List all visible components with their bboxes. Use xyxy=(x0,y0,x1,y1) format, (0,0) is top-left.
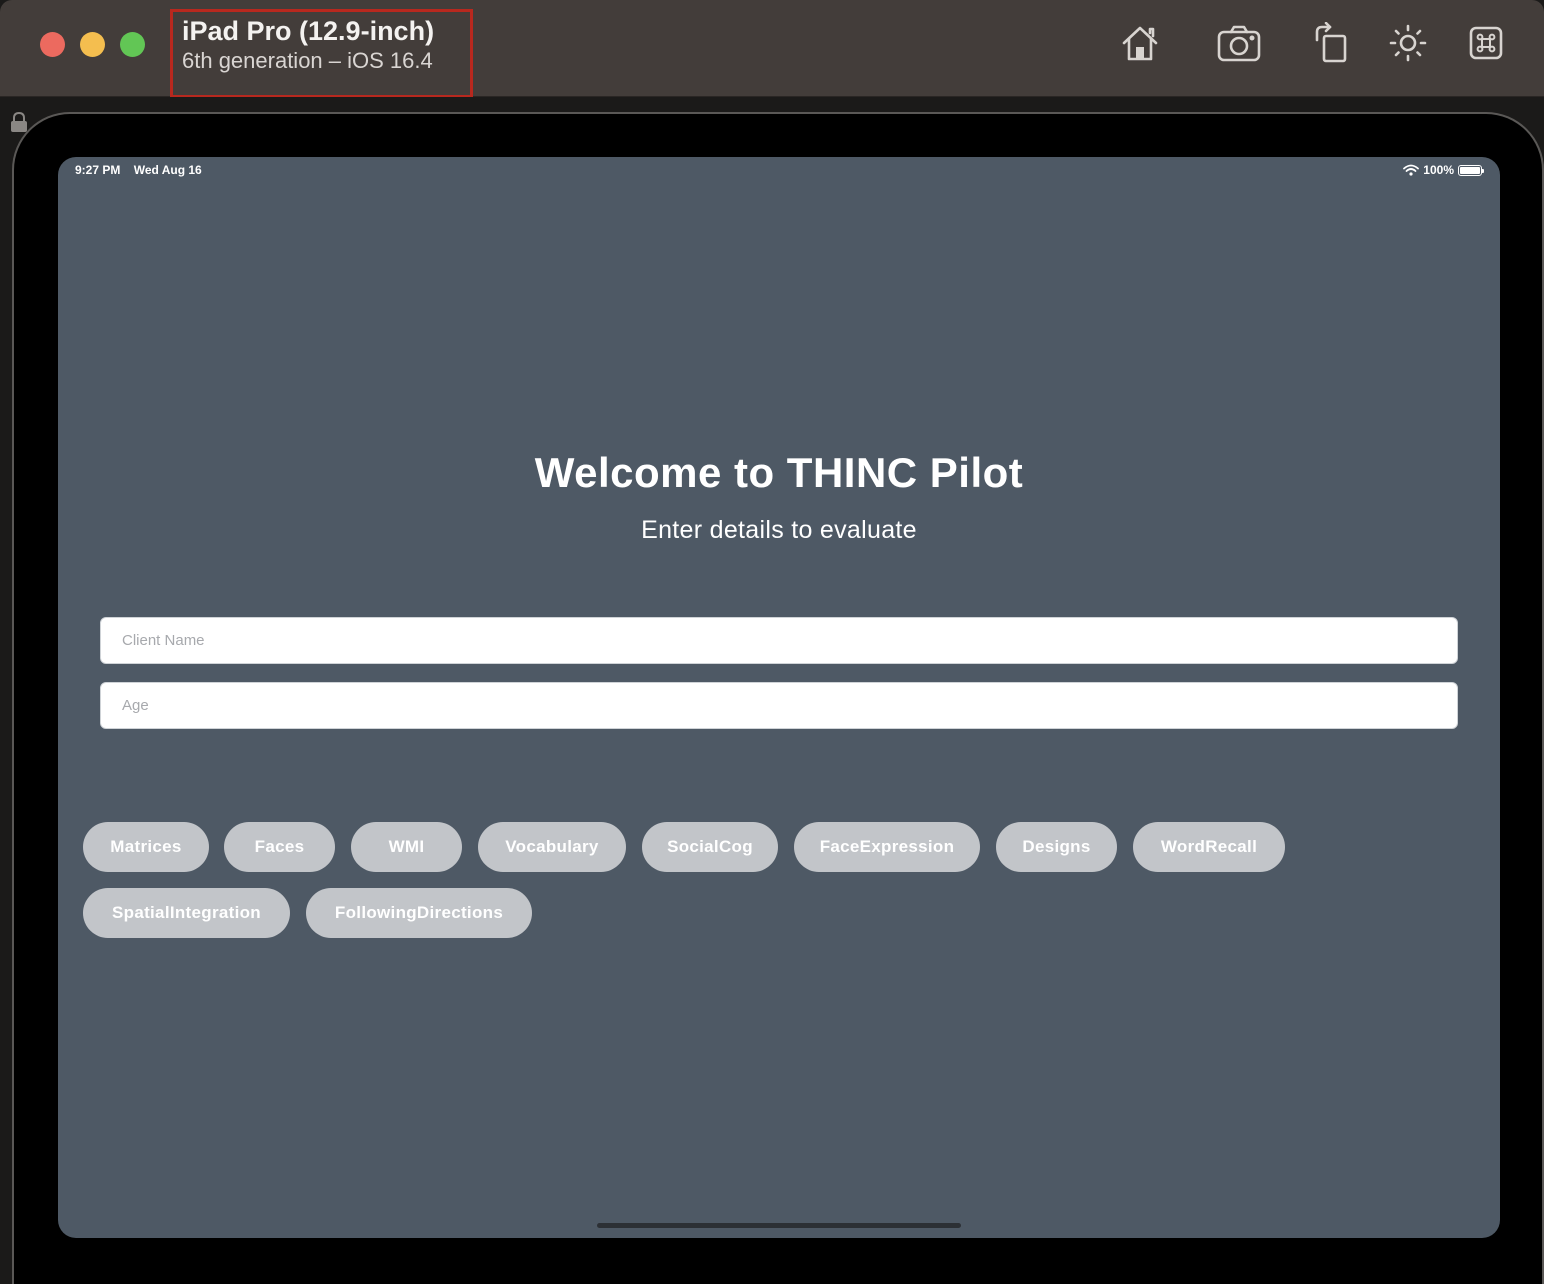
test-chip-wmi[interactable]: WMI xyxy=(351,822,462,872)
rotate-button[interactable] xyxy=(1305,18,1355,68)
device-os-version: 6th generation – iOS 16.4 xyxy=(182,48,433,73)
rotate-icon xyxy=(1315,22,1347,63)
home-icon xyxy=(1122,26,1158,61)
screenshot-button[interactable] xyxy=(1214,18,1264,68)
test-chip-vocabulary[interactable]: Vocabulary xyxy=(478,822,626,872)
status-time: 9:27 PM xyxy=(75,163,121,177)
test-chip-spatialintegration[interactable]: SpatialIntegration xyxy=(83,888,290,938)
page-subtitle: Enter details to evaluate xyxy=(641,516,917,544)
screenshot-icon xyxy=(1217,25,1261,62)
age-input[interactable] xyxy=(100,682,1458,729)
status-bar-datetime: 9:27 PM Wed Aug 16 xyxy=(75,163,202,177)
test-chip-socialcog[interactable]: SocialCog xyxy=(642,822,778,872)
device-name: iPad Pro (12.9-inch) xyxy=(182,16,435,46)
test-chip-followingdirections[interactable]: FollowingDirections xyxy=(306,888,532,938)
ipad-screen[interactable]: 9:27 PM Wed Aug 16 100% Welcome to THINC… xyxy=(58,157,1500,1238)
test-chip-faces[interactable]: Faces xyxy=(224,822,335,872)
client-name-input[interactable] xyxy=(100,617,1458,664)
zoom-window-button[interactable] xyxy=(120,32,145,57)
status-date: Wed Aug 16 xyxy=(133,163,202,177)
minimize-window-button[interactable] xyxy=(80,32,105,57)
page-title: Welcome to THINC Pilot xyxy=(534,449,1024,496)
home-button[interactable] xyxy=(1115,18,1165,68)
test-chip-faceexpression[interactable]: FaceExpression xyxy=(794,822,980,872)
brightness-icon xyxy=(1389,24,1427,62)
home-indicator[interactable] xyxy=(597,1223,961,1228)
test-chip-matrices[interactable]: Matrices xyxy=(83,822,209,872)
wifi-icon xyxy=(1403,164,1420,176)
close-window-button[interactable] xyxy=(40,32,65,57)
test-chip-designs[interactable]: Designs xyxy=(996,822,1117,872)
command-button[interactable] xyxy=(1461,18,1511,68)
battery-icon xyxy=(1458,164,1484,176)
simulator-title-bar: iPad Pro (12.9-inch) 6th generation – iO… xyxy=(0,0,1544,98)
command-icon xyxy=(1469,26,1503,60)
status-bar-indicators: 100% xyxy=(1403,163,1484,177)
brightness-button[interactable] xyxy=(1383,18,1433,68)
lock-icon xyxy=(11,112,27,132)
battery-percentage: 100% xyxy=(1423,163,1454,177)
test-chip-wordrecall[interactable]: WordRecall xyxy=(1133,822,1285,872)
